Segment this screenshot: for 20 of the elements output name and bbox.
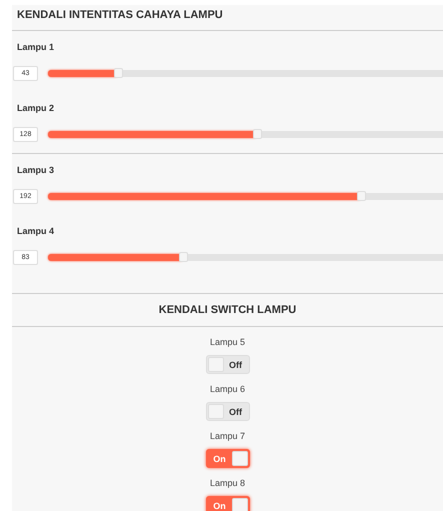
switch-label: Lampu 5 xyxy=(210,336,246,349)
switch-label: Lampu 7 xyxy=(210,430,246,443)
slider-track[interactable] xyxy=(48,193,443,200)
toggle-switch[interactable]: Off xyxy=(206,355,250,374)
slider-track[interactable] xyxy=(48,131,443,138)
section-title: KENDALI INTENTITAS CAHAYA LAMPU xyxy=(12,5,443,31)
slider-track[interactable] xyxy=(48,254,443,261)
slider-thumb[interactable] xyxy=(179,252,188,262)
slider-label: Lampu 4 xyxy=(16,225,56,238)
section-title: KENDALI SWITCH LAMPU xyxy=(12,294,443,327)
toggle-switch[interactable]: Off xyxy=(206,402,250,421)
slider-thumb[interactable] xyxy=(252,129,262,139)
slider-thumb[interactable] xyxy=(357,191,366,201)
switch-label: Lampu 6 xyxy=(210,383,246,396)
switch-label: Lampu 8 xyxy=(210,477,246,490)
slider-label: Lampu 3 xyxy=(16,164,56,177)
slider-label: Lampu 2 xyxy=(16,102,56,115)
slider-label: Lampu 1 xyxy=(16,41,56,54)
slider-track[interactable] xyxy=(48,70,443,77)
slider-thumb[interactable] xyxy=(114,68,124,78)
